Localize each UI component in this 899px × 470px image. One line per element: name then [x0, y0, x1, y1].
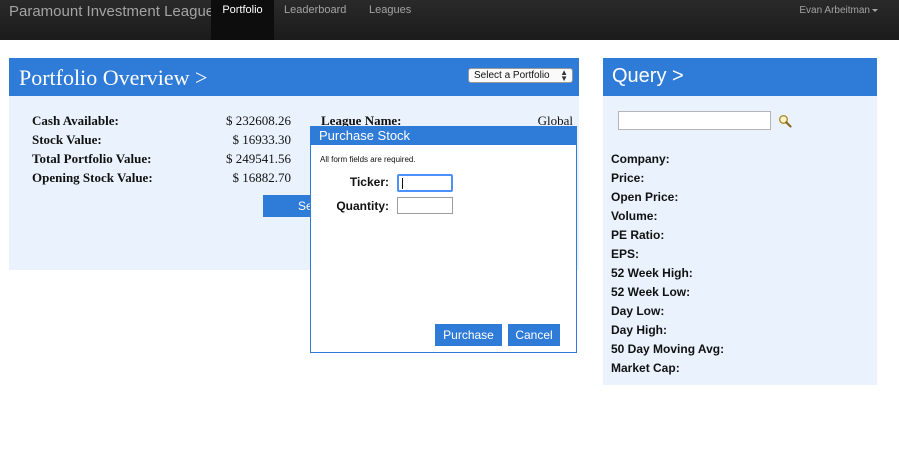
text-cursor	[402, 178, 403, 189]
select-arrows-icon: ▲ ▼	[560, 68, 568, 83]
top-navbar: Paramount Investment League Portfolio Le…	[0, 0, 899, 40]
query-header: Query >	[603, 58, 877, 96]
stock-value-label: Stock Value:	[32, 132, 102, 147]
purchase-stock-dialog: Purchase Stock All form fields are requi…	[310, 126, 577, 353]
total-portfolio-value-value: $ 249541.56	[226, 151, 291, 166]
query-field-day-high: Day High:	[611, 323, 668, 337]
ticker-label: Ticker:	[349, 175, 389, 189]
dialog-title: Purchase Stock	[319, 128, 411, 143]
cancel-button[interactable]: Cancel	[508, 324, 560, 346]
cash-available-label: Cash Available:	[32, 113, 119, 128]
portfolio-select-label: Select a Portfolio	[474, 70, 550, 81]
query-title[interactable]: Query >	[612, 65, 684, 88]
nav-item-leagues[interactable]: Leagues	[369, 0, 411, 40]
user-name: Evan Arbeitman	[799, 5, 870, 16]
nav-item-portfolio[interactable]: Portfolio	[211, 0, 274, 40]
query-field-day-low: Day Low:	[611, 304, 665, 318]
quantity-label: Quantity:	[336, 199, 389, 213]
required-fields-note: All form fields are required.	[320, 155, 416, 164]
caret-down-icon	[872, 8, 878, 12]
portfolio-header: Portfolio Overview > Select a Portfolio …	[9, 58, 579, 96]
nav-item-leaderboard[interactable]: Leaderboard	[284, 0, 346, 40]
query-field-pe-ratio: PE Ratio:	[611, 228, 665, 242]
query-field-52-week-high: 52 Week High:	[611, 266, 693, 280]
portfolio-title[interactable]: Portfolio Overview >	[19, 65, 207, 91]
query-field-eps: EPS:	[611, 247, 640, 261]
portfolio-select[interactable]: Select a Portfolio ▲ ▼	[468, 68, 573, 83]
purchase-button[interactable]: Purchase	[435, 324, 502, 346]
ticker-input[interactable]	[397, 174, 453, 192]
query-field-price: Price:	[611, 171, 645, 185]
dialog-header[interactable]: Purchase Stock	[311, 127, 576, 145]
query-field-volume: Volume:	[611, 209, 658, 223]
cash-available-value: $ 232608.26	[226, 113, 291, 128]
query-field-50-day-moving-avg: 50 Day Moving Avg:	[611, 342, 725, 356]
user-menu[interactable]: Evan Arbeitman	[799, 0, 878, 21]
stock-value-value: $ 16933.30	[232, 132, 292, 147]
query-field-market-cap: Market Cap:	[611, 361, 680, 375]
quantity-input[interactable]	[397, 197, 453, 214]
total-portfolio-value-label: Total Portfolio Value:	[32, 151, 152, 166]
query-field-open-price: Open Price:	[611, 190, 679, 204]
opening-stock-value-value: $ 16882.70	[232, 170, 292, 185]
brand-name[interactable]: Paramount Investment League	[9, 3, 214, 20]
query-field-52-week-low: 52 Week Low:	[611, 285, 691, 299]
search-icon[interactable]	[778, 114, 792, 128]
query-search-input[interactable]	[618, 111, 771, 130]
query-field-company: Company:	[611, 152, 670, 166]
opening-stock-value-label: Opening Stock Value:	[32, 170, 153, 185]
query-panel: Query > Company: Price: Open Price: Volu…	[603, 58, 877, 385]
